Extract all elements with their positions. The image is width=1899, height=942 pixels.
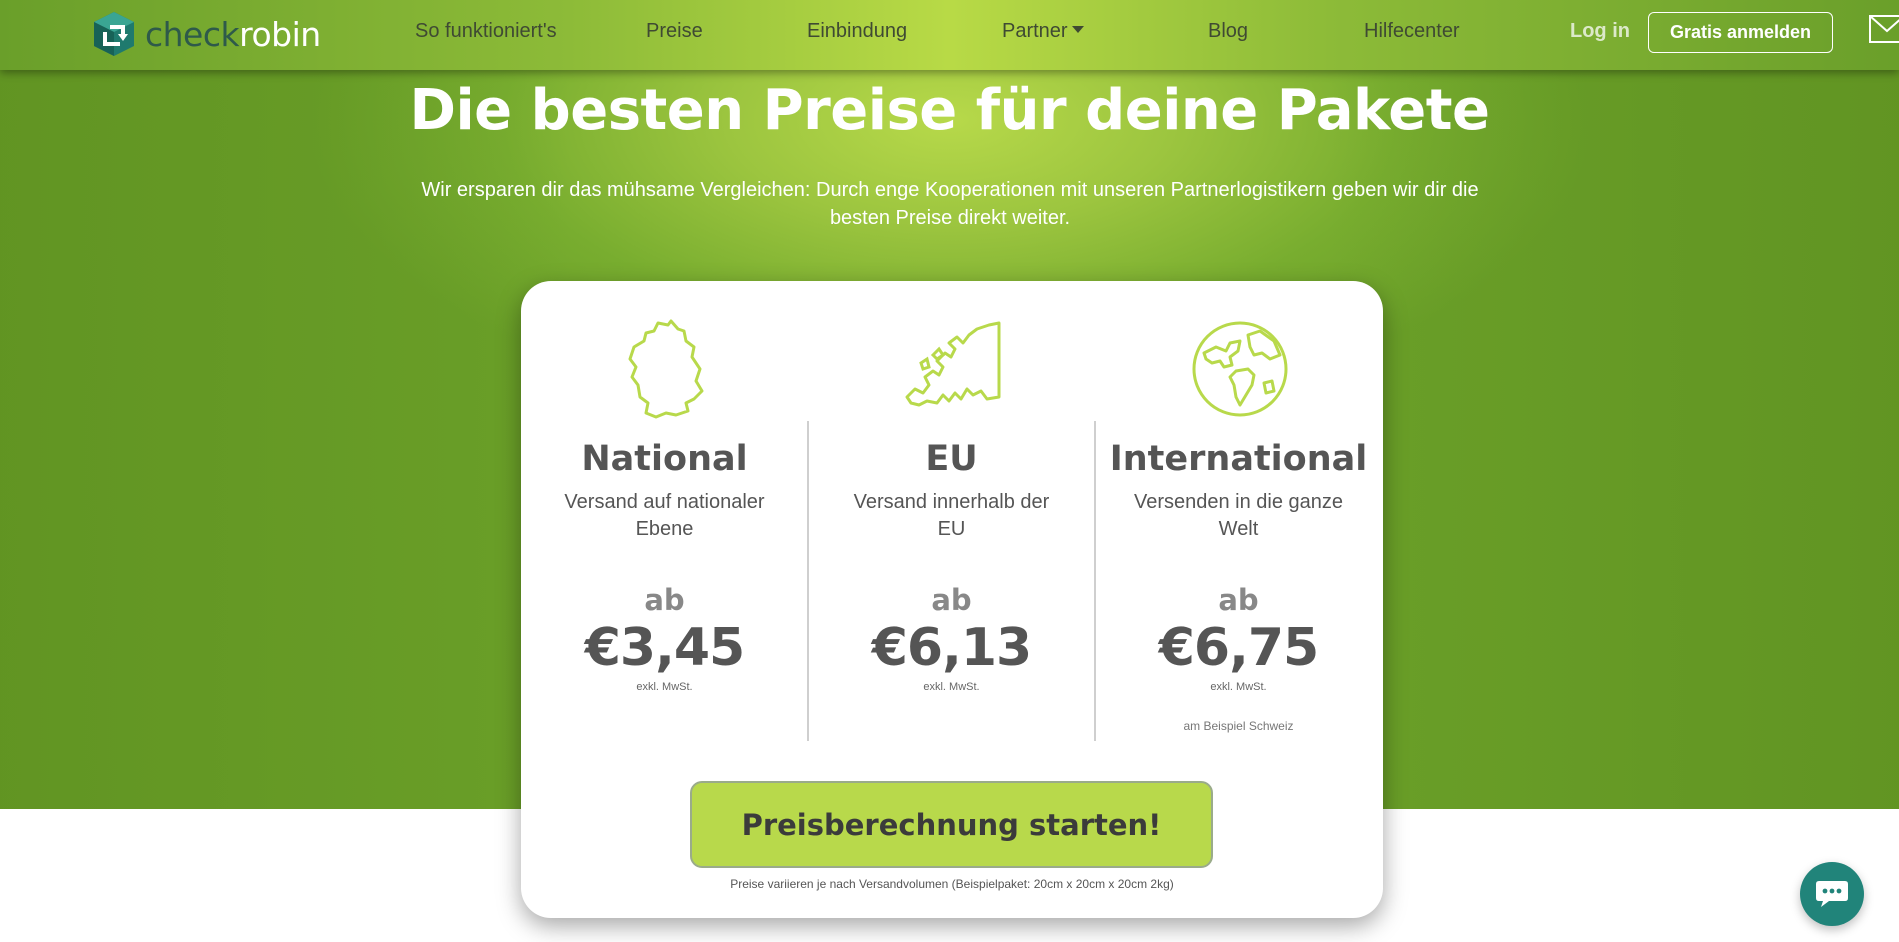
international-price: €6,75 (1158, 618, 1319, 678)
national-description: Versand auf nationaler Ebene (564, 491, 765, 540)
start-price-calculation-button[interactable]: Preisberechnung starten! (690, 781, 1213, 868)
page-title: Die besten Preise für deine Pakete (409, 78, 1490, 143)
pricing-column-national: National Versand auf nationaler Ebene ab… (521, 281, 808, 751)
eu-description: Versand innerhalb der EU (853, 491, 1050, 540)
pricing-card: National Versand auf nationaler Ebene ab… (521, 281, 1383, 918)
login-link[interactable]: Log in (1570, 20, 1630, 43)
nav-hilfecenter[interactable]: Hilfecenter (1364, 20, 1460, 43)
eu-title: EU (925, 439, 978, 479)
national-tax-note: exkl. MwSt. (636, 681, 693, 693)
envelope-icon[interactable] (1869, 15, 1899, 43)
pricing-column-international: International Versenden in die ganze Wel… (1095, 281, 1382, 751)
europe-map-icon (905, 321, 1001, 407)
pricing-column-eu: EU Versand innerhalb der EU ab €6,13 exk… (808, 281, 1095, 751)
nav-preise[interactable]: Preise (646, 20, 703, 43)
nav-einbindung[interactable]: Einbindung (807, 20, 907, 43)
chevron-down-icon (1071, 26, 1084, 34)
eu-price: €6,13 (871, 618, 1032, 678)
national-ab: ab (644, 583, 685, 617)
signup-button[interactable]: Gratis anmelden (1648, 12, 1833, 53)
navbar: checkrobin So funktioniert's Preise Einb… (0, 0, 1899, 70)
international-example-note: am Beispiel Schweiz (1183, 719, 1294, 733)
globe-icon (1192, 321, 1288, 417)
eu-ab: ab (931, 583, 972, 617)
nav-so-funktionierts[interactable]: So funktioniert's (415, 20, 557, 43)
international-title: International (1109, 439, 1368, 479)
chat-bubble-icon (1816, 881, 1848, 907)
logo[interactable]: checkrobin (90, 9, 330, 59)
international-ab: ab (1218, 583, 1259, 617)
nav-partner-label: Partner (1002, 20, 1068, 42)
germany-map-icon (628, 319, 704, 419)
pricing-footnote: Preise variieren je nach Versandvolumen … (730, 877, 1174, 891)
logo-text: checkrobin (145, 14, 321, 54)
eu-tax-note: exkl. MwSt. (923, 681, 980, 693)
international-tax-note: exkl. MwSt. (1210, 681, 1267, 693)
national-price: €3,45 (584, 618, 745, 678)
national-title: National (581, 439, 748, 479)
nav-partner-dropdown[interactable]: Partner (1002, 20, 1084, 43)
logo-cube-icon (94, 12, 134, 56)
hero-subtitle: Wir ersparen dir das mühsame Vergleichen… (421, 179, 1479, 229)
nav-blog[interactable]: Blog (1208, 20, 1248, 43)
international-description: Versenden in die ganze Welt (1133, 491, 1344, 540)
chat-widget-button[interactable] (1800, 862, 1864, 926)
